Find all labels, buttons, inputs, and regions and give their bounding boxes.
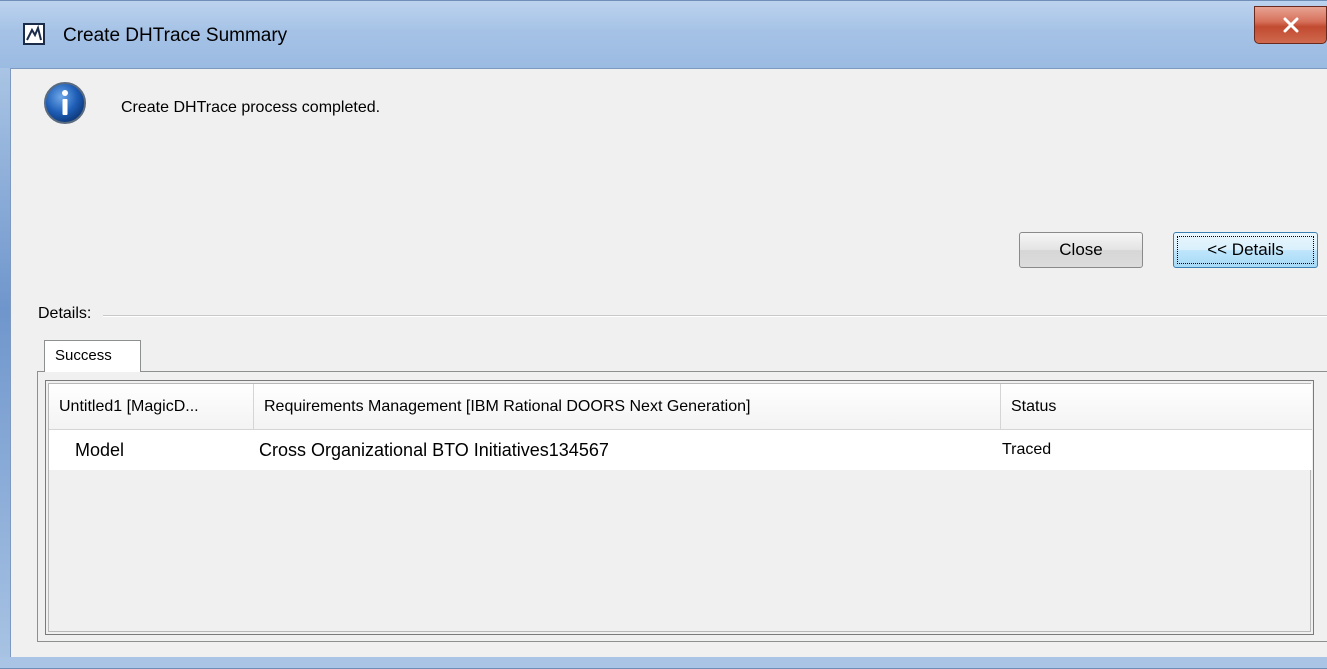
window-close-button[interactable] xyxy=(1254,6,1327,44)
window-title: Create DHTrace Summary xyxy=(63,25,288,46)
info-icon xyxy=(44,82,86,124)
column-header-requirements[interactable]: Requirements Management [IBM Rational DO… xyxy=(254,384,1001,429)
cell-model: Model xyxy=(75,440,125,460)
window-frame-left xyxy=(0,68,10,669)
details-separator xyxy=(103,315,1327,317)
app-icon xyxy=(23,23,45,45)
cell-status: Traced xyxy=(1002,441,1052,458)
cell-requirement: Cross Organizational BTO Initiatives1345… xyxy=(259,440,609,460)
table-body: Untitled1 [MagicD... Requirements Manage… xyxy=(48,383,1312,632)
details-toggle-button[interactable]: << Details xyxy=(1173,232,1318,268)
close-button[interactable]: Close xyxy=(1019,232,1143,268)
close-icon xyxy=(1283,17,1299,33)
results-table: Untitled1 [MagicD... Requirements Manage… xyxy=(45,380,1314,635)
column-header-model[interactable]: Untitled1 [MagicD... xyxy=(49,384,254,429)
table-header: Untitled1 [MagicD... Requirements Manage… xyxy=(49,384,1312,430)
status-message: Create DHTrace process completed. xyxy=(121,99,381,116)
dialog-window: Create DHTrace Summary Create DHTrace pr… xyxy=(0,0,1327,669)
title-bar[interactable]: Create DHTrace Summary xyxy=(0,0,1327,68)
focus-outline xyxy=(1177,236,1314,264)
window-frame-bottom xyxy=(0,657,1327,669)
details-label: Details: xyxy=(38,305,96,323)
dialog-content: Create DHTrace process completed. Close … xyxy=(10,68,1327,657)
column-header-status[interactable]: Status xyxy=(1001,384,1312,429)
table-row[interactable]: Model Cross Organizational BTO Initiativ… xyxy=(49,430,1312,470)
tab-success[interactable]: Success xyxy=(44,340,141,372)
